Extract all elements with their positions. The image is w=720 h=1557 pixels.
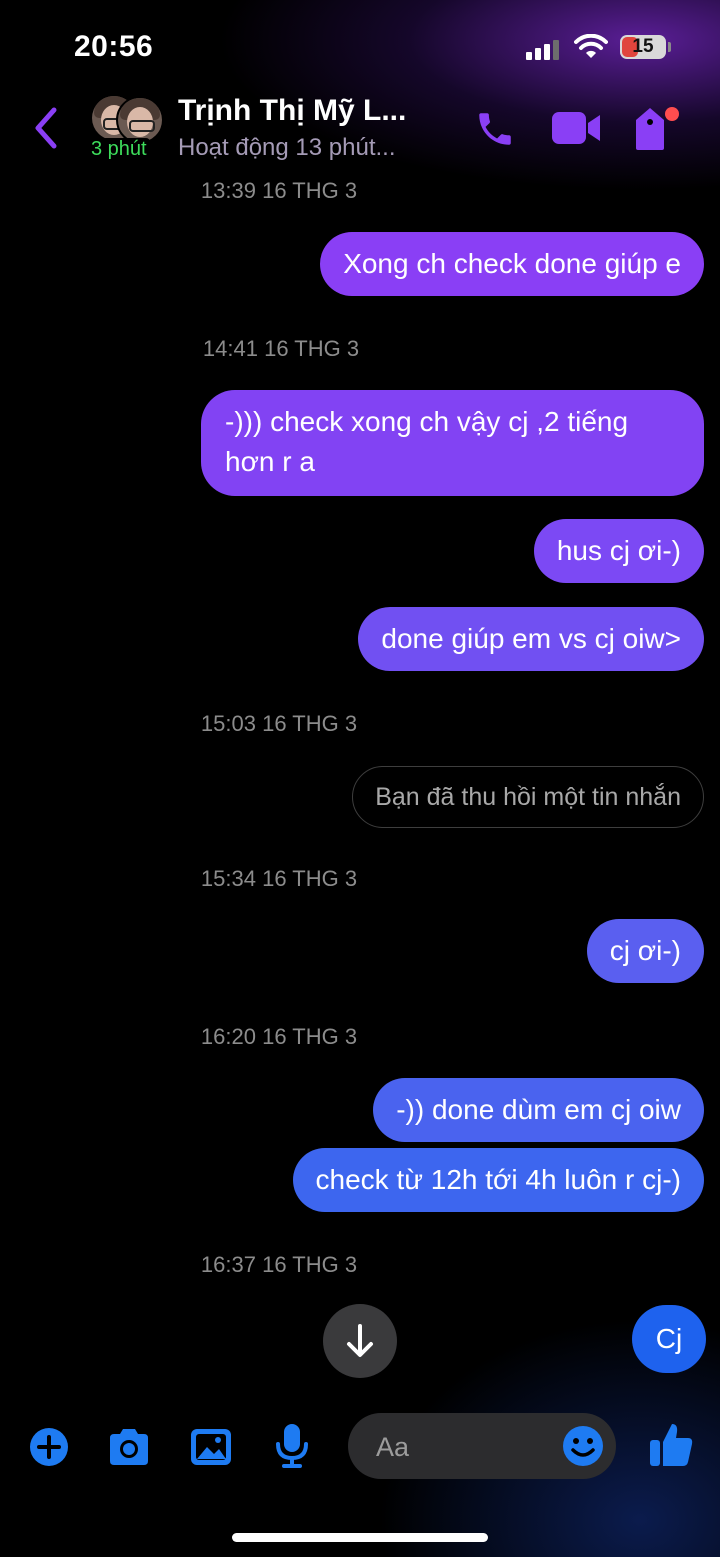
sent-message-bubble[interactable]: -))) check xong ch vậy cj ,2 tiếng hơn r… bbox=[201, 390, 704, 496]
recalled-message[interactable]: Bạn đã thu hồi một tin nhắn bbox=[352, 766, 704, 828]
status-bar: 20:56 15 bbox=[0, 0, 720, 90]
wifi-icon bbox=[574, 34, 608, 58]
status-time: 20:56 bbox=[74, 30, 154, 63]
battery-level: 15 bbox=[632, 36, 654, 57]
thumbs-up-icon[interactable] bbox=[648, 1420, 694, 1468]
message-input-box[interactable] bbox=[348, 1413, 616, 1481]
battery-icon: 15 bbox=[620, 35, 666, 59]
emoji-icon[interactable] bbox=[562, 1425, 604, 1467]
timestamp: 16:20 16 THG 3 bbox=[200, 1024, 358, 1049]
message-input[interactable] bbox=[374, 1413, 568, 1481]
active-badge: 3 phút bbox=[88, 138, 150, 160]
home-indicator[interactable] bbox=[232, 1533, 488, 1542]
sent-message-bubble[interactable]: hus cj ơi-) bbox=[533, 519, 704, 583]
message-composer bbox=[0, 1410, 720, 1490]
camera-icon[interactable] bbox=[106, 1426, 152, 1468]
phone-icon[interactable] bbox=[474, 108, 516, 150]
plus-icon[interactable] bbox=[28, 1426, 70, 1468]
timestamp: 13:39 16 THG 3 bbox=[200, 178, 358, 203]
sent-message-bubble[interactable]: cj ơi-) bbox=[586, 919, 704, 983]
tag-icon[interactable] bbox=[632, 104, 680, 154]
video-icon[interactable] bbox=[550, 108, 602, 148]
sent-message-bubble[interactable]: done giúp em vs cj oiw> bbox=[358, 607, 704, 671]
timestamp: 16:37 16 THG 3 bbox=[200, 1252, 358, 1277]
signal-icon bbox=[526, 38, 560, 60]
sent-message-bubble[interactable]: -)) done dùm em cj oiw bbox=[373, 1078, 704, 1142]
back-chevron-icon[interactable] bbox=[30, 104, 62, 152]
sent-message-bubble[interactable]: check từ 12h tới 4h luôn r cj-) bbox=[292, 1148, 704, 1212]
image-icon[interactable] bbox=[189, 1426, 233, 1468]
mic-icon[interactable] bbox=[272, 1422, 312, 1470]
sent-message-bubble[interactable]: Xong ch check done giúp e bbox=[320, 232, 704, 296]
avatar-photo bbox=[116, 96, 164, 144]
contact-status: Hoạt động 13 phút... bbox=[178, 134, 396, 161]
contact-name[interactable]: Trịnh Thị Mỹ L... bbox=[178, 94, 406, 128]
draft-chip[interactable]: Cj bbox=[632, 1305, 706, 1373]
arrow-down-icon bbox=[347, 1324, 373, 1357]
scroll-down-button[interactable] bbox=[323, 1304, 397, 1378]
timestamp: 15:03 16 THG 3 bbox=[200, 711, 358, 736]
timestamp: 14:41 16 THG 3 bbox=[202, 336, 360, 361]
notification-dot bbox=[665, 107, 679, 121]
timestamp: 15:34 16 THG 3 bbox=[200, 866, 358, 891]
chat-header: 3 phút Trịnh Thị Mỹ L... Hoạt động 13 ph… bbox=[0, 90, 720, 170]
